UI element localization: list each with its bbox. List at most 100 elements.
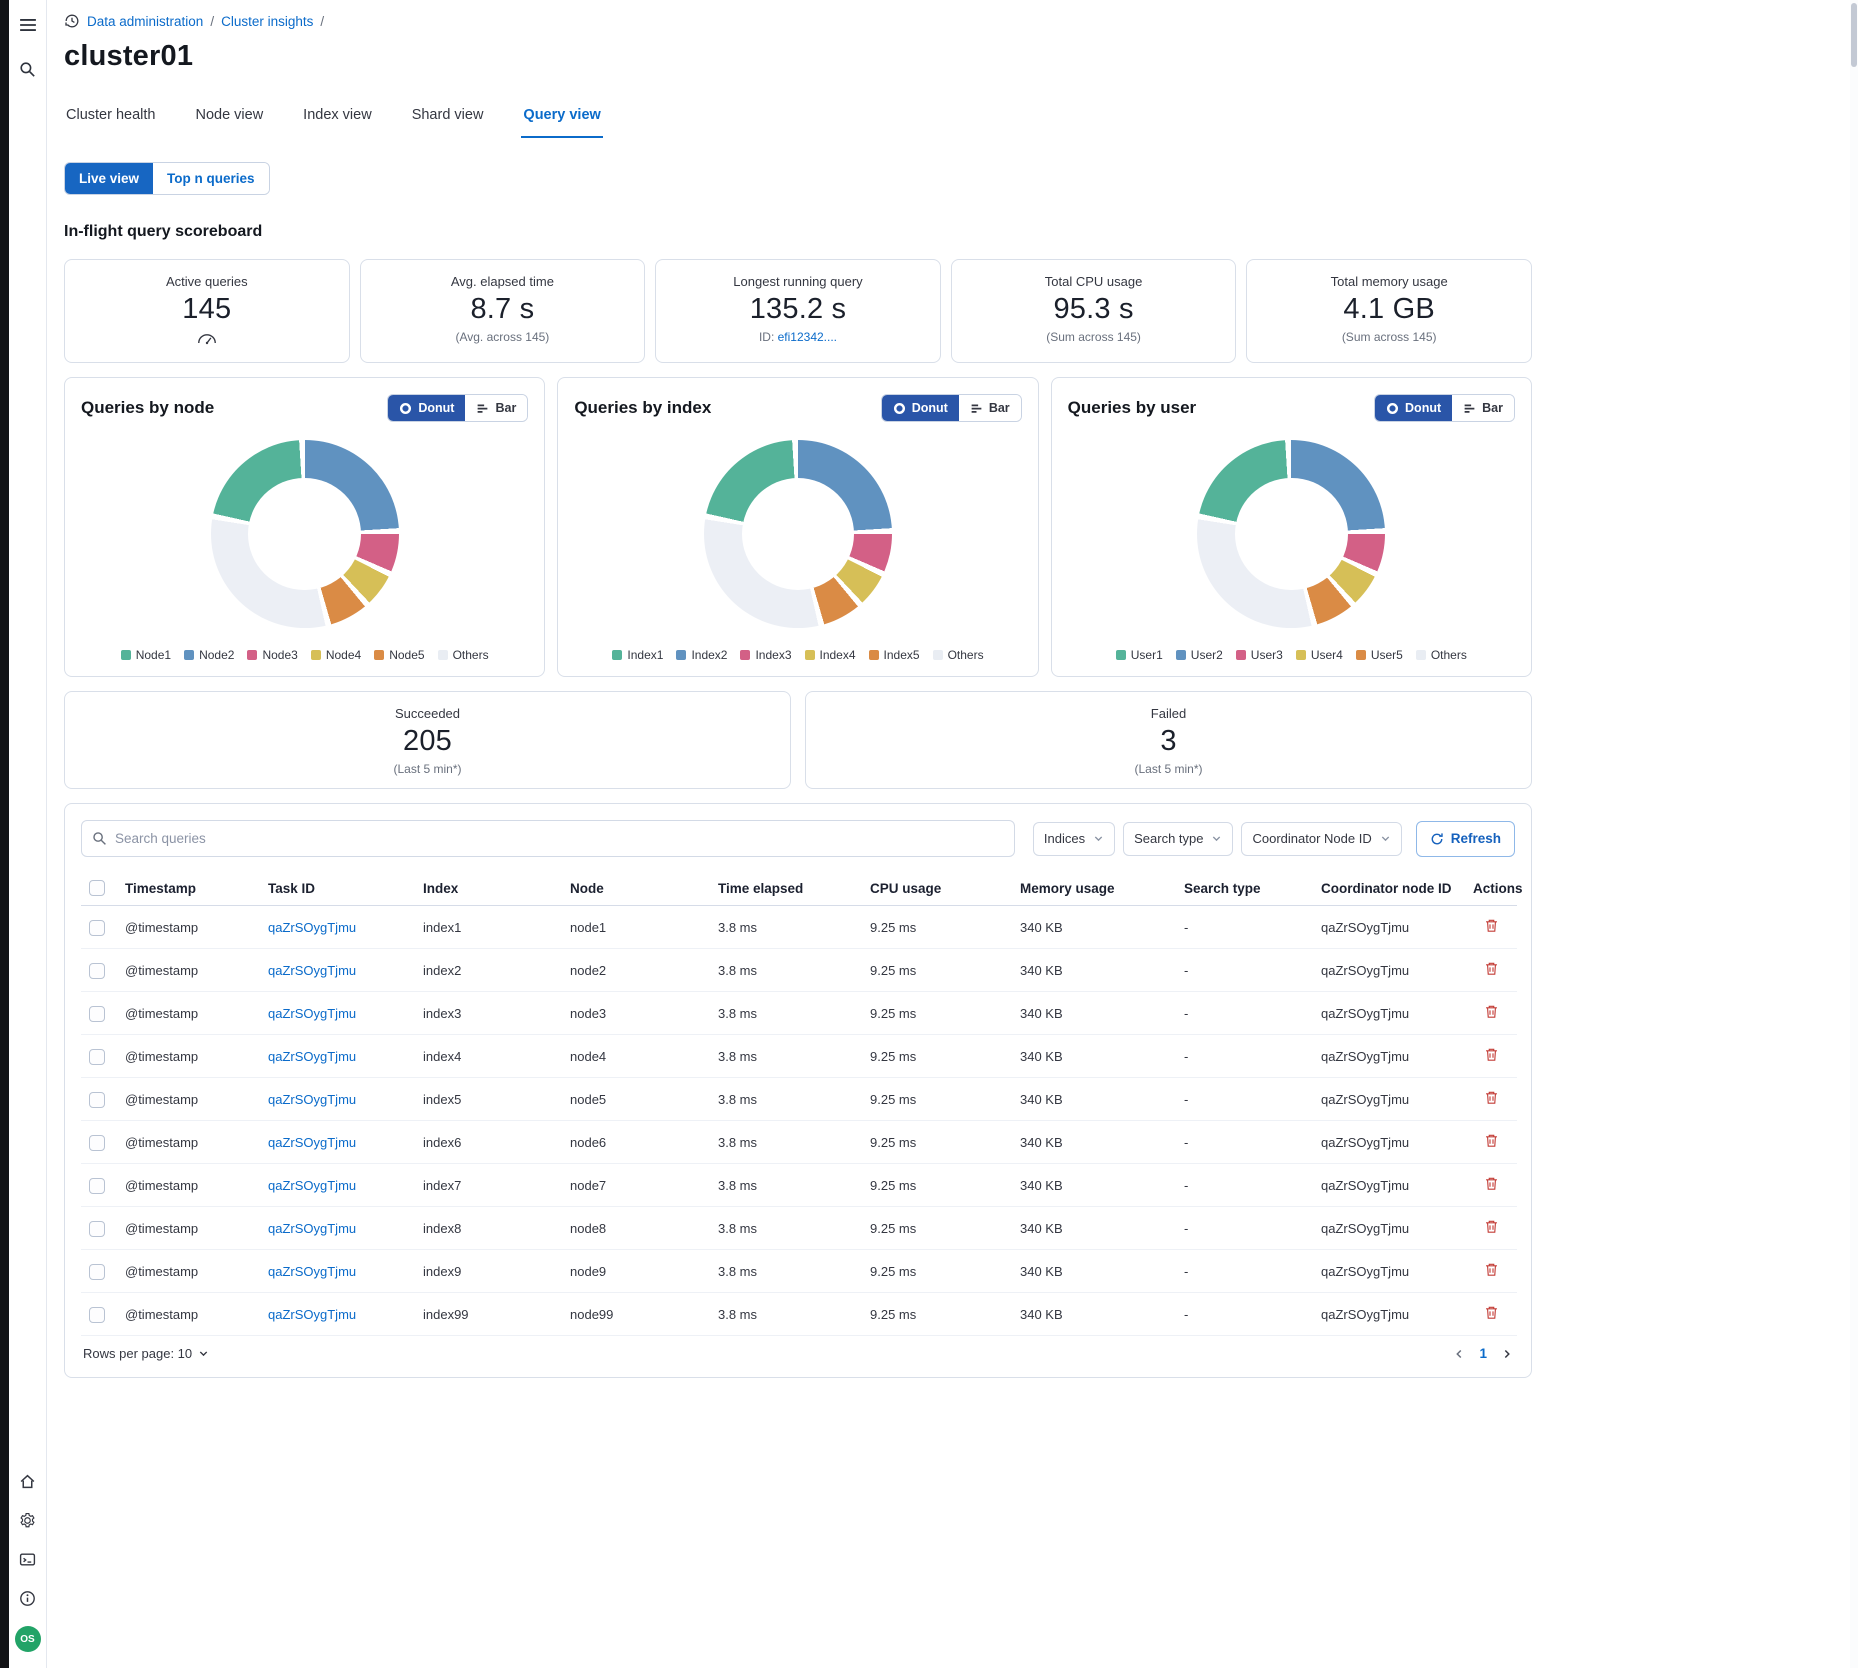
tab-shard-view[interactable]: Shard view <box>410 107 486 138</box>
task-id-link[interactable]: qaZrSOygTjmu <box>268 1178 356 1193</box>
task-id-link[interactable]: qaZrSOygTjmu <box>268 1135 356 1150</box>
legend-item[interactable]: User3 <box>1236 648 1283 662</box>
refresh-button[interactable]: Refresh <box>1416 821 1515 857</box>
delete-query-button[interactable] <box>1482 1174 1501 1196</box>
delete-query-button[interactable] <box>1482 1131 1501 1153</box>
legend-item[interactable]: Index3 <box>740 648 791 662</box>
breadcrumb-link-cluster-insights[interactable]: Cluster insights <box>221 14 313 29</box>
legend-item[interactable]: Index2 <box>676 648 727 662</box>
cell-index: index3 <box>415 992 562 1035</box>
donut-chart[interactable] <box>704 440 892 628</box>
legend-item[interactable]: User2 <box>1176 648 1223 662</box>
legend-item[interactable]: Others <box>1416 648 1467 662</box>
row-checkbox[interactable] <box>89 1221 105 1237</box>
task-id-link[interactable]: qaZrSOygTjmu <box>268 1092 356 1107</box>
legend-item[interactable]: Node4 <box>311 648 361 662</box>
legend-item[interactable]: Node1 <box>121 648 171 662</box>
user-avatar[interactable]: OS <box>15 1626 41 1652</box>
info-button[interactable] <box>17 1587 39 1609</box>
col-header-time-elapsed[interactable]: Time elapsed <box>710 871 862 906</box>
select-all-checkbox[interactable] <box>89 880 105 896</box>
filter-select[interactable]: Search type <box>1123 822 1233 856</box>
col-header-cpu-usage[interactable]: CPU usage <box>862 871 1012 906</box>
bar-toggle-button[interactable]: Bar <box>465 395 527 421</box>
legend-item[interactable]: Index4 <box>805 648 856 662</box>
search-queries-input[interactable] <box>115 831 1004 846</box>
console-icon <box>19 1551 36 1568</box>
top-n-queries-button[interactable]: Top n queries <box>153 163 269 194</box>
tab-query-view[interactable]: Query view <box>521 107 602 138</box>
delete-query-button[interactable] <box>1482 1045 1501 1067</box>
task-id-link[interactable]: qaZrSOygTjmu <box>268 1264 356 1279</box>
legend-label: Others <box>948 648 984 662</box>
row-checkbox[interactable] <box>89 1264 105 1280</box>
legend-item[interactable]: Others <box>438 648 489 662</box>
row-checkbox[interactable] <box>89 1307 105 1323</box>
col-header-memory-usage[interactable]: Memory usage <box>1012 871 1176 906</box>
tab-index-view[interactable]: Index view <box>301 107 374 138</box>
legend-item[interactable]: Index1 <box>612 648 663 662</box>
col-header-search-type[interactable]: Search type <box>1176 871 1313 906</box>
legend-item[interactable]: Node2 <box>184 648 234 662</box>
row-checkbox[interactable] <box>89 1092 105 1108</box>
cell-index: index99 <box>415 1293 562 1336</box>
col-header-timestamp[interactable]: Timestamp <box>117 871 260 906</box>
query-id-link[interactable]: efi12342.... <box>778 330 837 344</box>
row-checkbox[interactable] <box>89 1006 105 1022</box>
delete-query-button[interactable] <box>1482 1002 1501 1024</box>
donut-chart[interactable] <box>211 440 399 628</box>
row-checkbox[interactable] <box>89 920 105 936</box>
tab-node-view[interactable]: Node view <box>193 107 265 138</box>
page-number[interactable]: 1 <box>1479 1346 1487 1361</box>
live-view-button[interactable]: Live view <box>65 163 153 194</box>
row-checkbox[interactable] <box>89 1135 105 1151</box>
devtools-button[interactable] <box>17 1548 39 1570</box>
col-header-task-id[interactable]: Task ID <box>260 871 415 906</box>
row-checkbox[interactable] <box>89 1049 105 1065</box>
settings-button[interactable] <box>17 1509 39 1531</box>
donut-toggle-button[interactable]: Donut <box>882 395 959 421</box>
rows-per-page-button[interactable]: Rows per page: 10 <box>83 1346 209 1361</box>
row-checkbox[interactable] <box>89 1178 105 1194</box>
legend-item[interactable]: Others <box>933 648 984 662</box>
scrollbar-thumb[interactable] <box>1851 3 1857 67</box>
legend-item[interactable]: User5 <box>1356 648 1403 662</box>
task-id-link[interactable]: qaZrSOygTjmu <box>268 1307 356 1322</box>
col-header-coordinator-node-id[interactable]: Coordinator node ID <box>1313 871 1465 906</box>
donut-chart[interactable] <box>1197 440 1385 628</box>
filter-select[interactable]: Coordinator Node ID <box>1241 822 1401 856</box>
next-page-button[interactable] <box>1501 1348 1513 1360</box>
menu-button[interactable] <box>17 14 39 36</box>
page-scrollbar[interactable] <box>1850 0 1858 1668</box>
prev-page-button[interactable] <box>1453 1348 1465 1360</box>
sidebar-search-button[interactable] <box>17 58 39 80</box>
delete-query-button[interactable] <box>1482 1260 1501 1282</box>
delete-query-button[interactable] <box>1482 1303 1501 1325</box>
cell-timestamp: @timestamp <box>117 1035 260 1078</box>
delete-query-button[interactable] <box>1482 1088 1501 1110</box>
tab-cluster-health[interactable]: Cluster health <box>64 107 157 138</box>
task-id-link[interactable]: qaZrSOygTjmu <box>268 1221 356 1236</box>
filter-select[interactable]: Indices <box>1033 822 1115 856</box>
delete-query-button[interactable] <box>1482 959 1501 981</box>
task-id-link[interactable]: qaZrSOygTjmu <box>268 920 356 935</box>
bar-toggle-button[interactable]: Bar <box>959 395 1021 421</box>
bar-toggle-button[interactable]: Bar <box>1452 395 1514 421</box>
legend-item[interactable]: User4 <box>1296 648 1343 662</box>
legend-item[interactable]: Node5 <box>374 648 424 662</box>
col-header-node[interactable]: Node <box>562 871 710 906</box>
task-id-link[interactable]: qaZrSOygTjmu <box>268 963 356 978</box>
home-button[interactable] <box>17 1470 39 1492</box>
delete-query-button[interactable] <box>1482 916 1501 938</box>
breadcrumb-link-data-administration[interactable]: Data administration <box>87 14 203 29</box>
task-id-link[interactable]: qaZrSOygTjmu <box>268 1049 356 1064</box>
legend-item[interactable]: User1 <box>1116 648 1163 662</box>
donut-toggle-button[interactable]: Donut <box>388 395 465 421</box>
legend-item[interactable]: Index5 <box>869 648 920 662</box>
col-header-index[interactable]: Index <box>415 871 562 906</box>
task-id-link[interactable]: qaZrSOygTjmu <box>268 1006 356 1021</box>
row-checkbox[interactable] <box>89 963 105 979</box>
delete-query-button[interactable] <box>1482 1217 1501 1239</box>
legend-item[interactable]: Node3 <box>247 648 297 662</box>
donut-toggle-button[interactable]: Donut <box>1375 395 1452 421</box>
